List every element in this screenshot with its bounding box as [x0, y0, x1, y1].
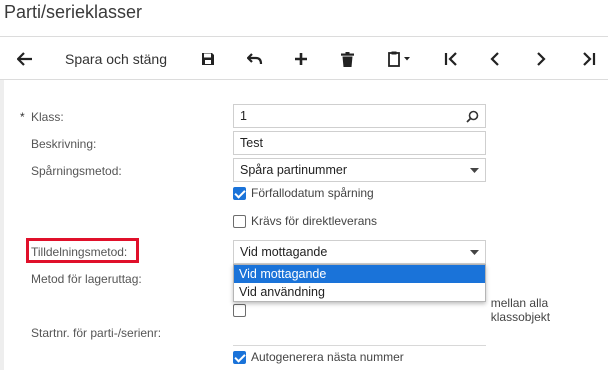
beskrivning-label: Beskrivning: [31, 137, 97, 151]
forfallodatum-checkbox[interactable]: Förfallodatum spårning [233, 186, 374, 200]
chevron-right-icon[interactable] [526, 37, 556, 81]
startnr-divider [233, 345, 486, 346]
klass-label: Klass: [31, 110, 64, 124]
checkbox-checked-icon [233, 350, 246, 364]
chevron-down-icon [470, 241, 479, 263]
checkbox-checked-icon [233, 186, 246, 200]
trash-icon[interactable] [332, 37, 362, 81]
last-record-icon[interactable] [574, 37, 604, 81]
checkbox-unchecked-icon [233, 214, 246, 228]
required-marker: * [20, 110, 25, 124]
undo-icon[interactable] [240, 37, 270, 81]
dela-startnr-label: mellan alla klassobjekt [490, 296, 551, 324]
sparningsmetod-select[interactable]: Spåra partinummer [233, 158, 486, 182]
autogenerera-checkbox[interactable]: Autogenerera nästa nummer [233, 350, 404, 364]
checkbox-unchecked-icon [233, 303, 246, 317]
page-title: Parti/serieklasser [4, 2, 143, 22]
klass-value: 1 [240, 109, 247, 123]
first-record-icon[interactable] [436, 37, 466, 81]
sparningsmetod-label: Spårningsmetod: [31, 164, 122, 178]
klass-input[interactable]: 1 [233, 104, 486, 128]
tilldelningsmetod-label: Tilldelningsmetod: [31, 245, 128, 259]
autogenerera-label: Autogenerera nästa nummer [251, 350, 404, 364]
forfallodatum-label: Förfallodatum spårning [251, 186, 374, 200]
option-vid-mottagande[interactable]: Vid mottagande [234, 265, 485, 283]
direktleverans-label: Krävs för direktleverans [251, 214, 378, 228]
tilldelningsmetod-dropdown: Vid mottagande Vid användning [233, 264, 486, 302]
beskrivning-input[interactable]: Test [233, 131, 486, 155]
floppy-disk-icon[interactable] [194, 37, 222, 81]
arrow-left-icon[interactable] [8, 37, 42, 81]
tilldelningsmetod-value: Vid mottagande [240, 245, 328, 259]
option-vid-anvandning[interactable]: Vid användning [234, 283, 485, 301]
chevron-left-icon[interactable] [480, 37, 510, 81]
lageruttag-label: Metod för lageruttag: [31, 272, 142, 286]
clipboard-icon[interactable] [380, 37, 420, 81]
tilldelningsmetod-select[interactable]: Vid mottagande [233, 240, 486, 264]
direktleverans-checkbox[interactable]: Krävs för direktleverans [233, 214, 377, 228]
beskrivning-value: Test [240, 136, 263, 150]
search-icon[interactable] [466, 105, 479, 127]
chevron-down-icon [470, 159, 479, 181]
startnr-label: Startnr. för parti-/serienr: [31, 326, 162, 340]
toolbar: Spara och stäng [0, 36, 608, 80]
save-and-close-button[interactable]: Spara och stäng [52, 37, 180, 81]
sparningsmetod-value: Spåra partinummer [240, 163, 347, 177]
plus-icon[interactable] [286, 37, 316, 81]
